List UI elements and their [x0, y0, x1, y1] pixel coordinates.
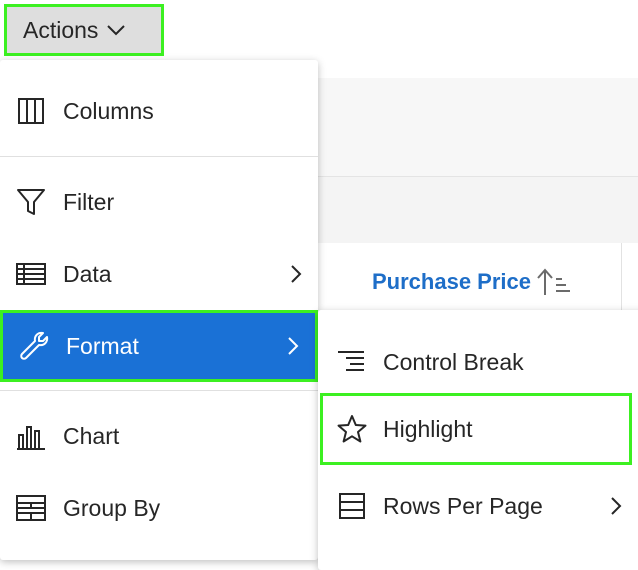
column-header-label: Purchase Price: [372, 269, 531, 294]
menu-item-label: Columns: [63, 97, 154, 124]
actions-button-label: Actions: [23, 16, 99, 43]
chevron-right-icon: [288, 264, 304, 284]
menu-item-format[interactable]: Format: [0, 310, 318, 382]
menu-item-filter[interactable]: Filter: [0, 166, 318, 238]
menu-item-label: Group By: [63, 494, 161, 521]
menu-item-group-by[interactable]: Group By: [0, 472, 318, 544]
menu-item-columns[interactable]: Columns: [0, 75, 318, 147]
menu-item-chart[interactable]: Chart: [0, 400, 318, 472]
menu-item-data[interactable]: Data: [0, 238, 318, 310]
menu-item-label: Rows Per Page: [383, 492, 543, 519]
actions-button[interactable]: Actions: [4, 4, 164, 56]
chevron-right-icon: [285, 336, 301, 356]
chevron-down-icon: [107, 25, 126, 36]
columns-icon: [15, 95, 47, 127]
column-header-purchase-price[interactable]: Purchase Price: [372, 266, 571, 298]
submenu-item-highlight[interactable]: Highlight: [320, 393, 632, 465]
menu-item-label: Format: [66, 332, 139, 359]
column-divider: [621, 243, 622, 313]
menu-item-label: Highlight: [383, 415, 473, 442]
rows-per-page-icon: [336, 490, 368, 522]
menu-item-label: Control Break: [383, 348, 524, 375]
menu-divider: [0, 390, 318, 391]
menu-item-label: Data: [63, 260, 112, 287]
group-by-icon: [15, 492, 47, 524]
sort-ascending-icon: [537, 268, 570, 295]
filter-icon: [15, 186, 47, 218]
menu-divider: [0, 156, 318, 157]
menu-item-label: Filter: [63, 188, 115, 215]
report-subheader-area: [318, 176, 638, 244]
submenu-item-rows-per-page[interactable]: Rows Per Page: [318, 470, 638, 542]
format-submenu: Control Break Highlight Rows Per Page: [318, 310, 638, 570]
actions-menu: Columns Filter Data Format Chart Group B…: [0, 60, 318, 560]
wrench-icon: [18, 330, 50, 362]
report-toolbar-area: [318, 78, 638, 176]
bar-chart-icon: [15, 420, 47, 452]
table-icon: [15, 258, 47, 290]
submenu-item-control-break[interactable]: Control Break: [318, 326, 638, 398]
control-break-icon: [336, 346, 368, 378]
star-icon: [336, 413, 368, 445]
menu-item-label: Chart: [63, 422, 120, 449]
chevron-right-icon: [608, 496, 624, 516]
